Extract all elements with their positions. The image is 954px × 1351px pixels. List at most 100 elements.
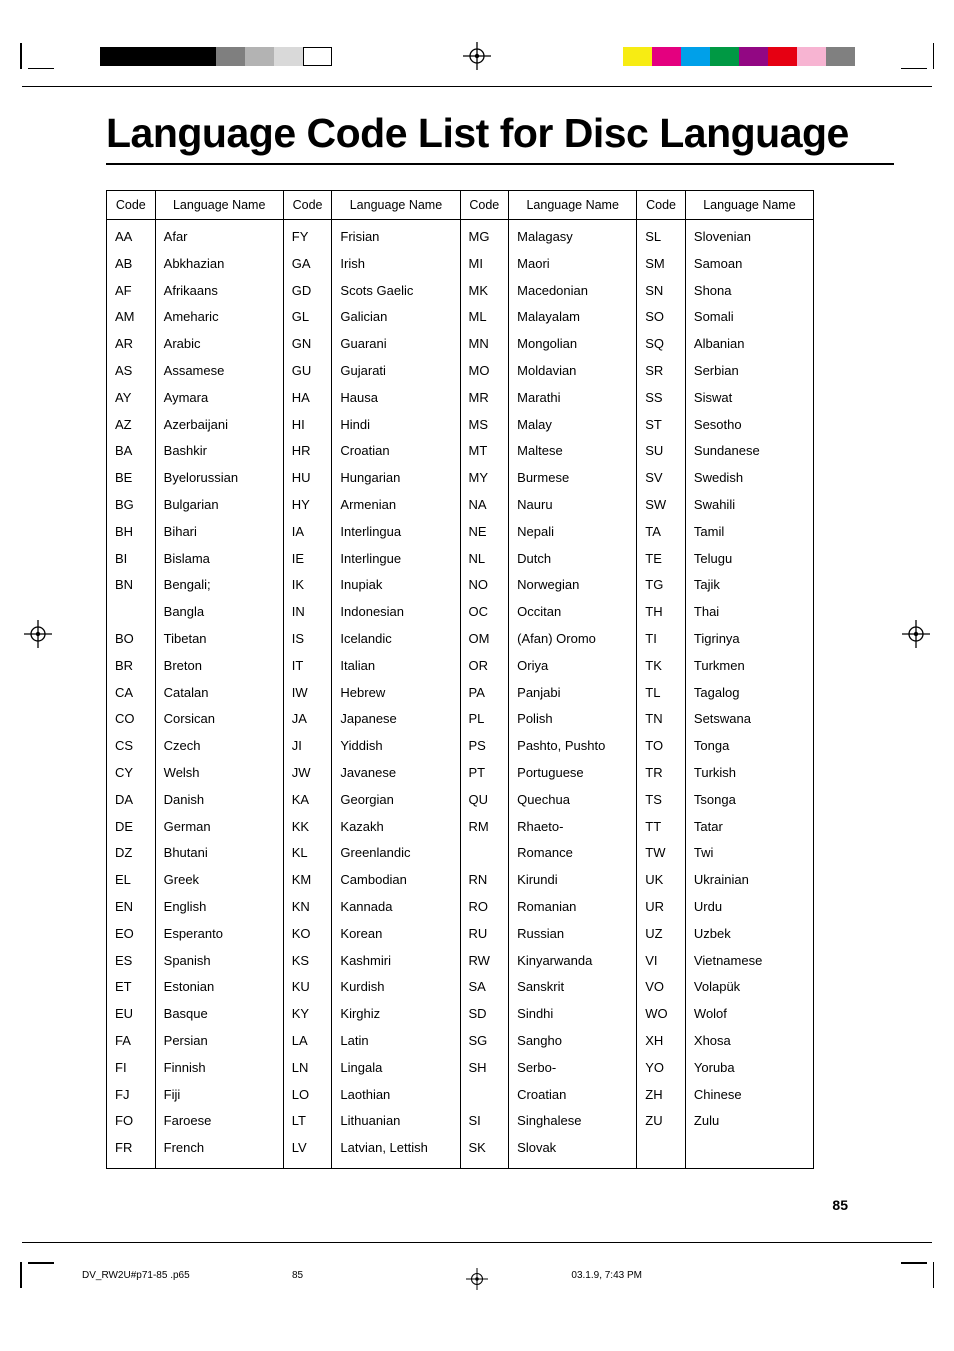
name-cell: Latin	[340, 1028, 451, 1055]
name-cell: Nauru	[517, 492, 628, 519]
code-cell: KA	[292, 787, 324, 814]
name-cell: Italian	[340, 653, 451, 680]
name-cell: Basque	[164, 1001, 275, 1028]
code-cell: GD	[292, 278, 324, 305]
name-cell: Marathi	[517, 385, 628, 412]
code-cell: XH	[645, 1028, 677, 1055]
name-cell: Bashkir	[164, 438, 275, 465]
code-header: Code	[461, 191, 509, 220]
name-cell: Burmese	[517, 465, 628, 492]
code-cell: SM	[645, 251, 677, 278]
code-cell: ML	[469, 304, 501, 331]
color-swatch	[623, 47, 652, 66]
code-cell: CS	[115, 733, 147, 760]
name-column: Language NameFrisianIrishScots GaelicGal…	[332, 191, 460, 1168]
code-cell: IS	[292, 626, 324, 653]
color-swatch	[245, 47, 274, 66]
name-cell: Esperanto	[164, 921, 275, 948]
name-cell: Byelorussian	[164, 465, 275, 492]
name-cell: Indonesian	[340, 599, 451, 626]
name-cell: Croatian	[517, 1082, 628, 1109]
code-cell: KK	[292, 814, 324, 841]
code-cell: KS	[292, 948, 324, 975]
registration-mark-right-icon	[902, 620, 930, 653]
name-cell: Japanese	[340, 706, 451, 733]
name-cell: Hausa	[340, 385, 451, 412]
code-cell: TI	[645, 626, 677, 653]
crop-mark-bottom-left	[20, 1262, 54, 1288]
color-swatch	[739, 47, 768, 66]
name-cell: Malayalam	[517, 304, 628, 331]
code-cell: GA	[292, 251, 324, 278]
code-cell: HU	[292, 465, 324, 492]
code-header: Code	[284, 191, 332, 220]
code-cell: CA	[115, 680, 147, 707]
name-cell: Polish	[517, 706, 628, 733]
name-cell: Pashto, Pushto	[517, 733, 628, 760]
code-cell: MK	[469, 278, 501, 305]
name-cell: Bhutani	[164, 840, 275, 867]
code-cell: PL	[469, 706, 501, 733]
name-cell: Guarani	[340, 331, 451, 358]
code-cell: NE	[469, 519, 501, 546]
name-cell: Armenian	[340, 492, 451, 519]
code-header: Code	[637, 191, 685, 220]
name-cell: Norwegian	[517, 572, 628, 599]
name-cell: Turkmen	[694, 653, 805, 680]
name-cell: Korean	[340, 921, 451, 948]
code-cell: YO	[645, 1055, 677, 1082]
name-cell: Sindhi	[517, 1001, 628, 1028]
name-cell: Irish	[340, 251, 451, 278]
code-cell: LV	[292, 1135, 324, 1162]
code-cell: SS	[645, 385, 677, 412]
name-cell: Scots Gaelic	[340, 278, 451, 305]
name-cell: Sundanese	[694, 438, 805, 465]
code-cell	[469, 840, 501, 867]
code-column: CodeFYGAGDGLGNGUHAHIHRHUHYIAIEIKINISITIW…	[284, 191, 333, 1168]
code-cell: VO	[645, 974, 677, 1001]
crop-mark-bottom-right	[901, 1262, 935, 1288]
code-cell: KN	[292, 894, 324, 921]
name-cell: Kashmiri	[340, 948, 451, 975]
page-title-block: Language Code List for Disc Language	[106, 110, 894, 165]
color-swatch	[158, 47, 187, 66]
name-cell: Portuguese	[517, 760, 628, 787]
code-cell: OC	[469, 599, 501, 626]
code-cell: CY	[115, 760, 147, 787]
code-cell: TA	[645, 519, 677, 546]
code-cell: SU	[645, 438, 677, 465]
code-cell: LO	[292, 1082, 324, 1109]
name-cell: Welsh	[164, 760, 275, 787]
code-cell: GN	[292, 331, 324, 358]
name-cell: Thai	[694, 599, 805, 626]
name-cell: Uzbek	[694, 921, 805, 948]
name-cell: Lingala	[340, 1055, 451, 1082]
name-cell: Nepali	[517, 519, 628, 546]
name-cell: Spanish	[164, 948, 275, 975]
crop-line-top	[22, 86, 932, 87]
code-cell: AR	[115, 331, 147, 358]
name-cell: (Afan) Oromo	[517, 626, 628, 653]
code-cell: SG	[469, 1028, 501, 1055]
page: Language Code List for Disc Language Cod…	[0, 0, 954, 1351]
name-cell: Xhosa	[694, 1028, 805, 1055]
name-cell: Gujarati	[340, 358, 451, 385]
name-cell: Greek	[164, 867, 275, 894]
name-cell: Slovak	[517, 1135, 628, 1162]
code-cell: QU	[469, 787, 501, 814]
color-swatch	[797, 47, 826, 66]
name-cell: Siswat	[694, 385, 805, 412]
name-cell: Ukrainian	[694, 867, 805, 894]
code-cell: TR	[645, 760, 677, 787]
name-cell: Icelandic	[340, 626, 451, 653]
name-cell: Tibetan	[164, 626, 275, 653]
name-cell: Bengali;	[164, 572, 275, 599]
code-cell: MT	[469, 438, 501, 465]
code-cell: SD	[469, 1001, 501, 1028]
code-cell: TT	[645, 814, 677, 841]
code-cell: ST	[645, 412, 677, 439]
code-cell: KO	[292, 921, 324, 948]
code-cell: DZ	[115, 840, 147, 867]
name-cell: Macedonian	[517, 278, 628, 305]
code-column: CodeAAABAFAMARASAYAZBABEBGBHBIBN BOBRCAC…	[107, 191, 156, 1168]
